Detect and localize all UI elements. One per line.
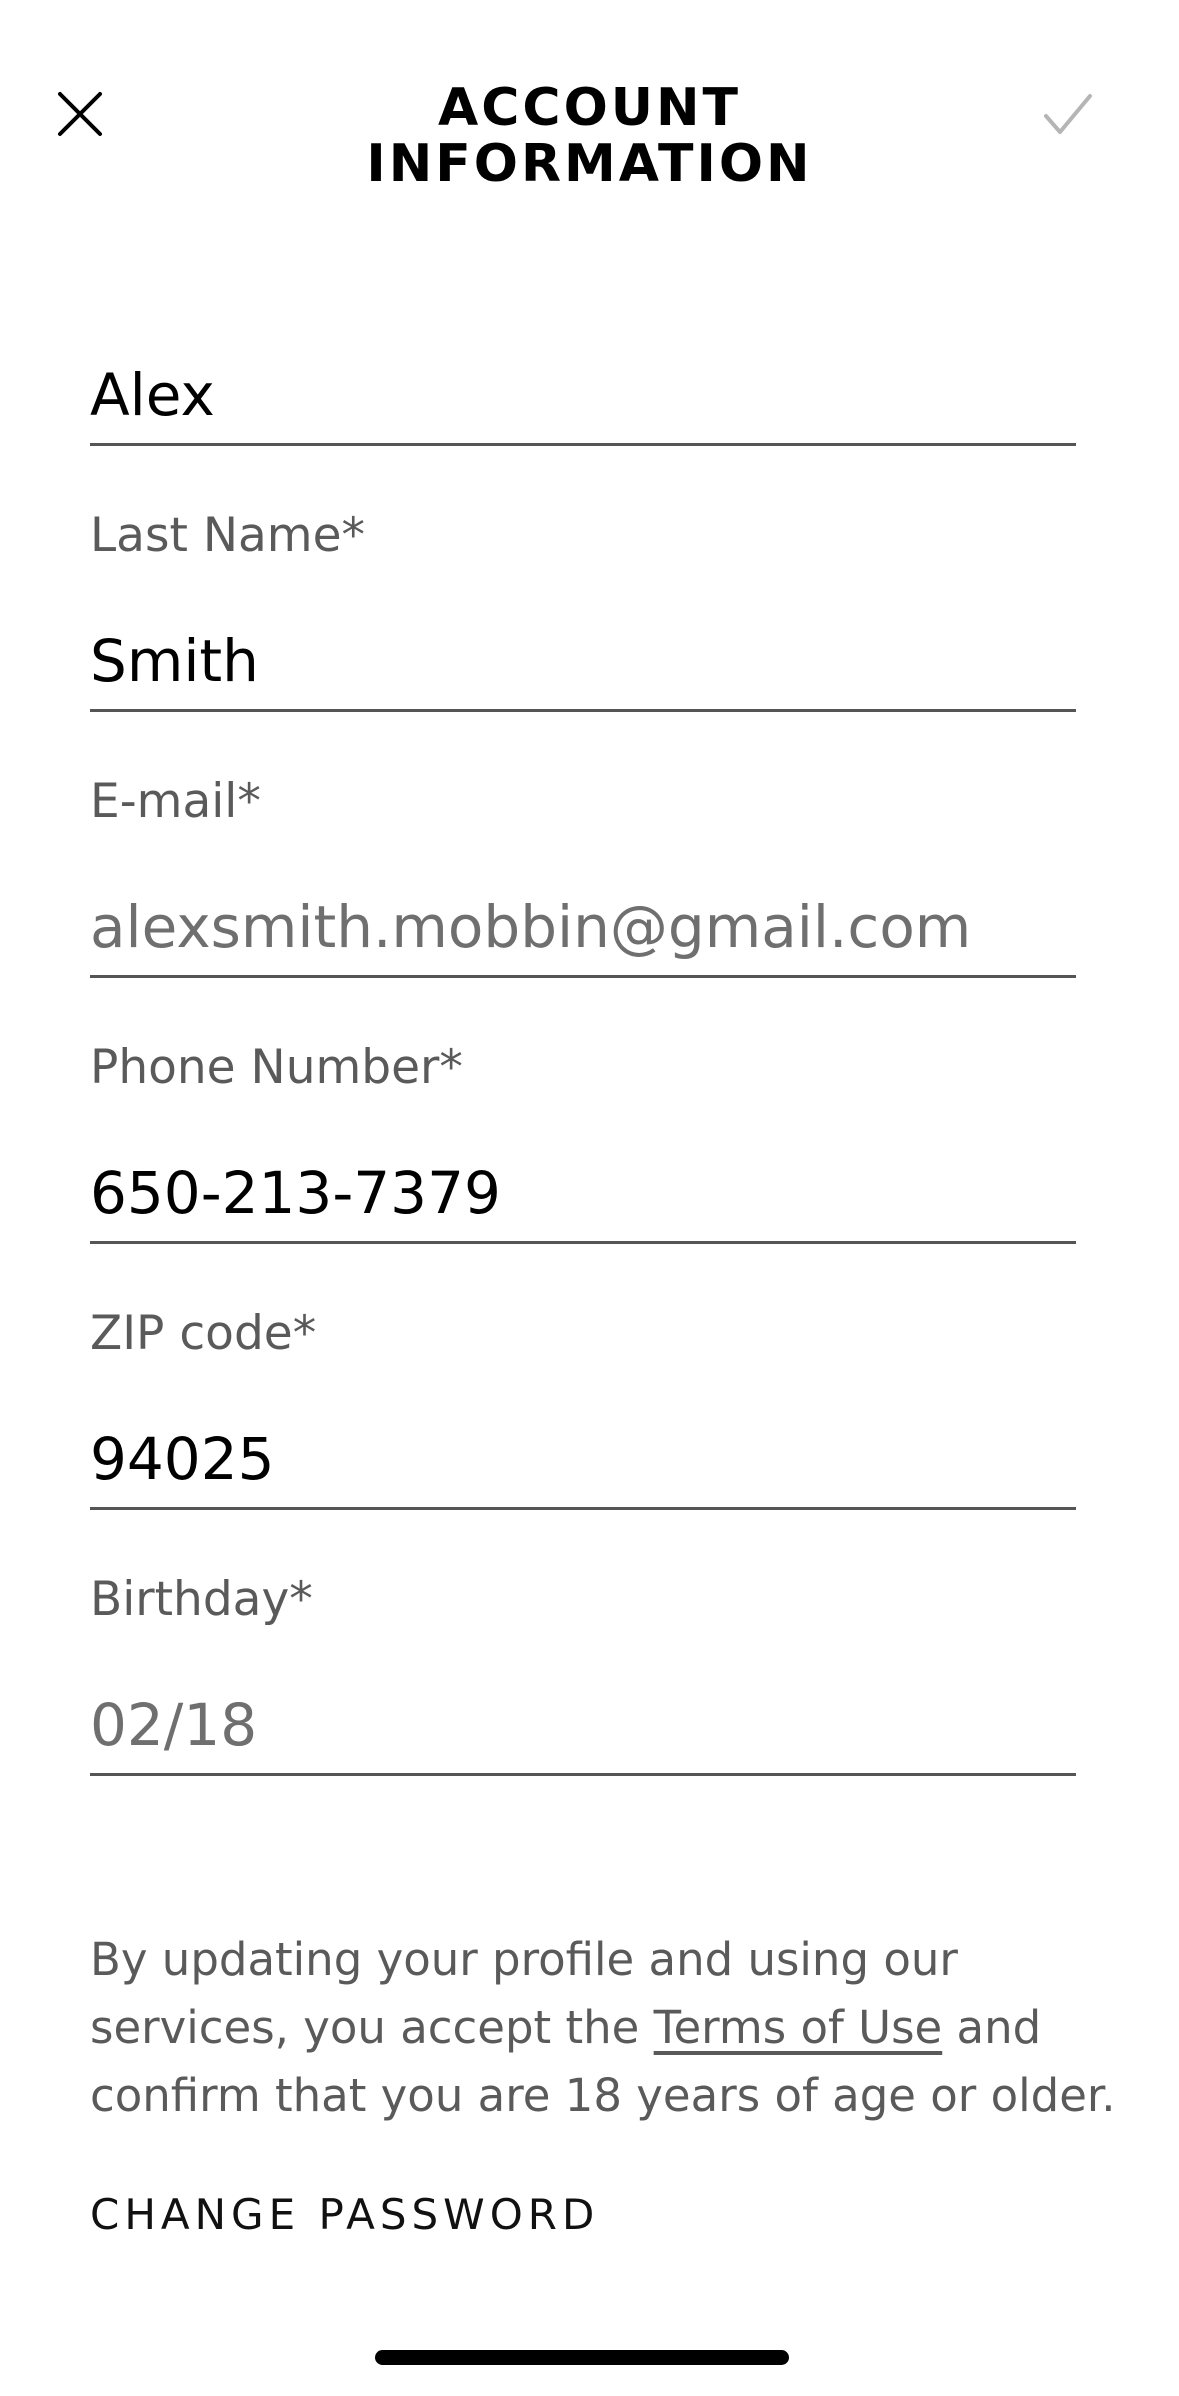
phone-group: Phone Number* 650-213-7379 (90, 1038, 1076, 1244)
zip-field[interactable]: 94025 (90, 1404, 1076, 1510)
close-icon (58, 92, 102, 136)
zip-label: ZIP code* (90, 1306, 317, 1361)
email-label: E-mail* (90, 774, 261, 829)
confirm-button[interactable] (1020, 66, 1116, 162)
first-name-field[interactable]: Alex (90, 340, 1076, 446)
last-name-group: Last Name* Smith (90, 506, 1076, 712)
birthday-group: Birthday* 02/18 (90, 1570, 1076, 1776)
phone-label: Phone Number* (90, 1040, 463, 1095)
last-name-field[interactable]: Smith (90, 606, 1076, 712)
first-name-group: Alex (90, 340, 1076, 446)
phone-field[interactable]: 650-213-7379 (90, 1138, 1076, 1244)
email-field[interactable]: alexsmith.mobbin@gmail.com (90, 872, 1076, 978)
page-title: ACCOUNT INFORMATION (240, 80, 939, 192)
email-group: E-mail* alexsmith.mobbin@gmail.com (90, 772, 1076, 978)
header: ACCOUNT INFORMATION (0, 0, 1179, 220)
account-form: Alex Last Name* Smith E-mail* alexsmith.… (90, 340, 1076, 1836)
birthday-field[interactable]: 02/18 (90, 1670, 1076, 1776)
home-indicator (375, 2350, 789, 2365)
close-button[interactable] (32, 66, 128, 162)
checkmark-icon (1044, 94, 1092, 134)
terms-notice: By updating your profile and using our s… (90, 1926, 1170, 2130)
page-title-line1: ACCOUNT (438, 78, 741, 138)
page-title-line2: INFORMATION (366, 134, 813, 194)
zip-group: ZIP code* 94025 (90, 1304, 1076, 1510)
terms-of-use-link[interactable]: Terms of Use (654, 2001, 943, 2054)
account-information-screen: ACCOUNT INFORMATION Alex Last Name* Smit… (0, 0, 1179, 2396)
birthday-label: Birthday* (90, 1572, 313, 1627)
last-name-label: Last Name* (90, 508, 366, 563)
change-password-button[interactable]: CHANGE PASSWORD (90, 2190, 599, 2239)
